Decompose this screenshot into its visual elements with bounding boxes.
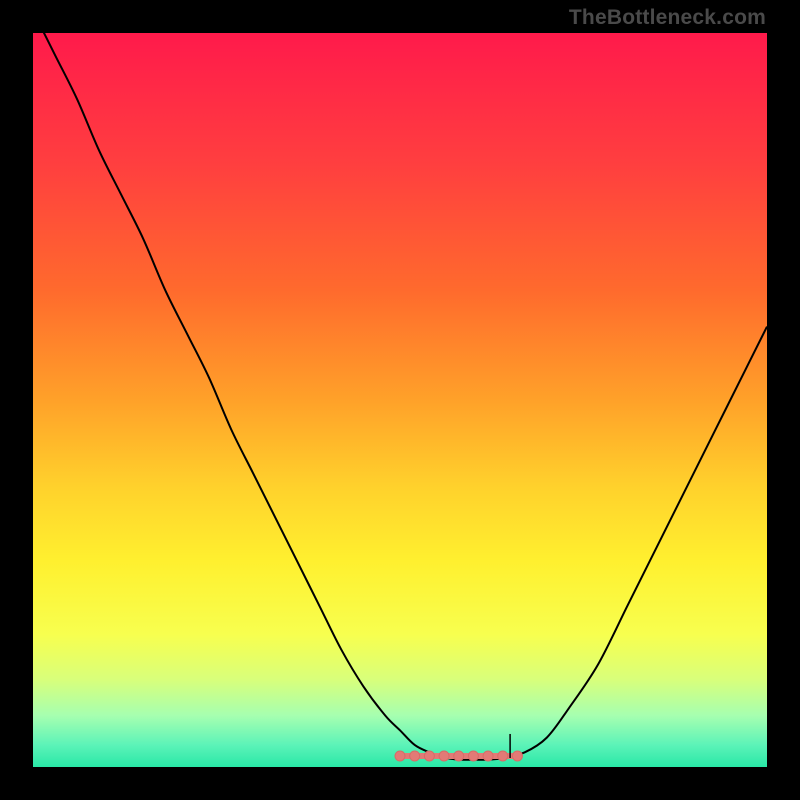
plot-area (33, 33, 767, 767)
flat-region-dot (454, 751, 464, 761)
flat-region-dot (483, 751, 493, 761)
chart-frame: TheBottleneck.com (0, 0, 800, 800)
flat-region-dot (512, 751, 522, 761)
flat-region-dot (395, 751, 405, 761)
flat-region-dot (410, 751, 420, 761)
flat-region-dot (439, 751, 449, 761)
curve-layer (33, 33, 767, 767)
flat-region-markers (395, 751, 522, 761)
flat-region-dot (498, 751, 508, 761)
flat-region-dot (468, 751, 478, 761)
bottleneck-curve (33, 33, 767, 760)
flat-region-dot (424, 751, 434, 761)
watermark-text: TheBottleneck.com (569, 6, 766, 30)
